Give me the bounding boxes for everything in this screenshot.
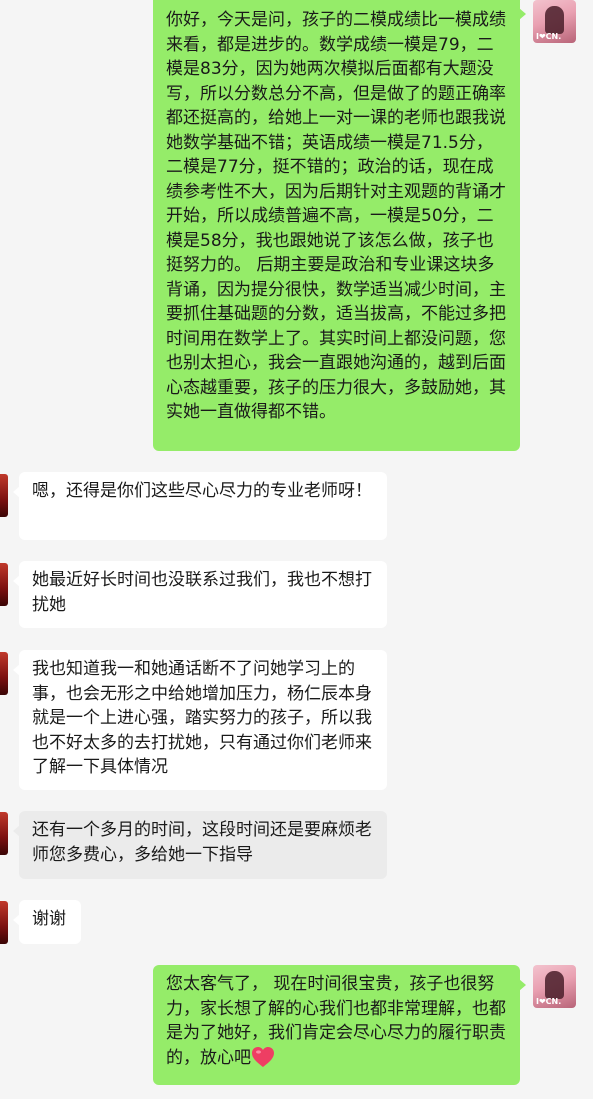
avatar-figure [545, 6, 564, 34]
incoming-message-bubble[interactable]: 还有一个多月的时间，这段时间还是要麻烦老师您多费心，多给她一下指导 [13, 811, 387, 879]
message-text: 你好，今天是问，孩子的二模成绩比一模成绩来看，都是进步的。数学成绩一模是79，二… [166, 10, 506, 422]
contact-avatar[interactable] [0, 563, 8, 606]
outgoing-message-bubble[interactable]: 你好，今天是问，孩子的二模成绩比一模成绩来看，都是进步的。数学成绩一模是79，二… [153, 0, 526, 451]
message-text: 嗯，还得是你们这些尽心尽力的专业老师呀！ [32, 481, 372, 501]
avatar-figure [545, 971, 564, 999]
incoming-message-bubble[interactable]: 她最近好长时间也没联系过我们，我也不想打扰她 [13, 561, 387, 628]
message-text: 我也知道我一和她通话断不了问她学习上的事，也会无形之中给她增加压力，杨仁辰本身就… [32, 659, 372, 777]
avatar-tag: I❤CN. [536, 997, 562, 1006]
my-avatar[interactable]: I❤CN. [533, 0, 576, 43]
contact-avatar[interactable] [0, 812, 8, 855]
heart-emoji-icon [252, 1046, 274, 1067]
contact-avatar[interactable] [0, 901, 8, 944]
message-text: 她最近好长时间也没联系过我们，我也不想打扰她 [32, 570, 372, 615]
contact-avatar[interactable] [0, 652, 8, 695]
contact-avatar[interactable] [0, 474, 8, 517]
incoming-message-bubble[interactable]: 我也知道我一和她通话断不了问她学习上的事，也会无形之中给她增加压力，杨仁辰本身就… [13, 650, 387, 790]
outgoing-message-bubble[interactable]: 您太客气了， 现在时间很宝贵，孩子也很努力，家长想了解的心我们也都非常理解，也都… [153, 965, 526, 1085]
message-text: 您太客气了， 现在时间很宝贵，孩子也很努力，家长想了解的心我们也都非常理解，也都… [166, 974, 506, 1068]
my-avatar[interactable]: I❤CN. [533, 965, 576, 1008]
message-text: 谢谢 [32, 909, 66, 929]
avatar-tag: I❤CN. [536, 32, 562, 41]
message-text: 还有一个多月的时间，这段时间还是要麻烦老师您多费心，多给她一下指导 [32, 820, 372, 865]
incoming-message-bubble[interactable]: 嗯，还得是你们这些尽心尽力的专业老师呀！ [13, 472, 387, 540]
incoming-message-bubble[interactable]: 谢谢 [13, 900, 81, 944]
